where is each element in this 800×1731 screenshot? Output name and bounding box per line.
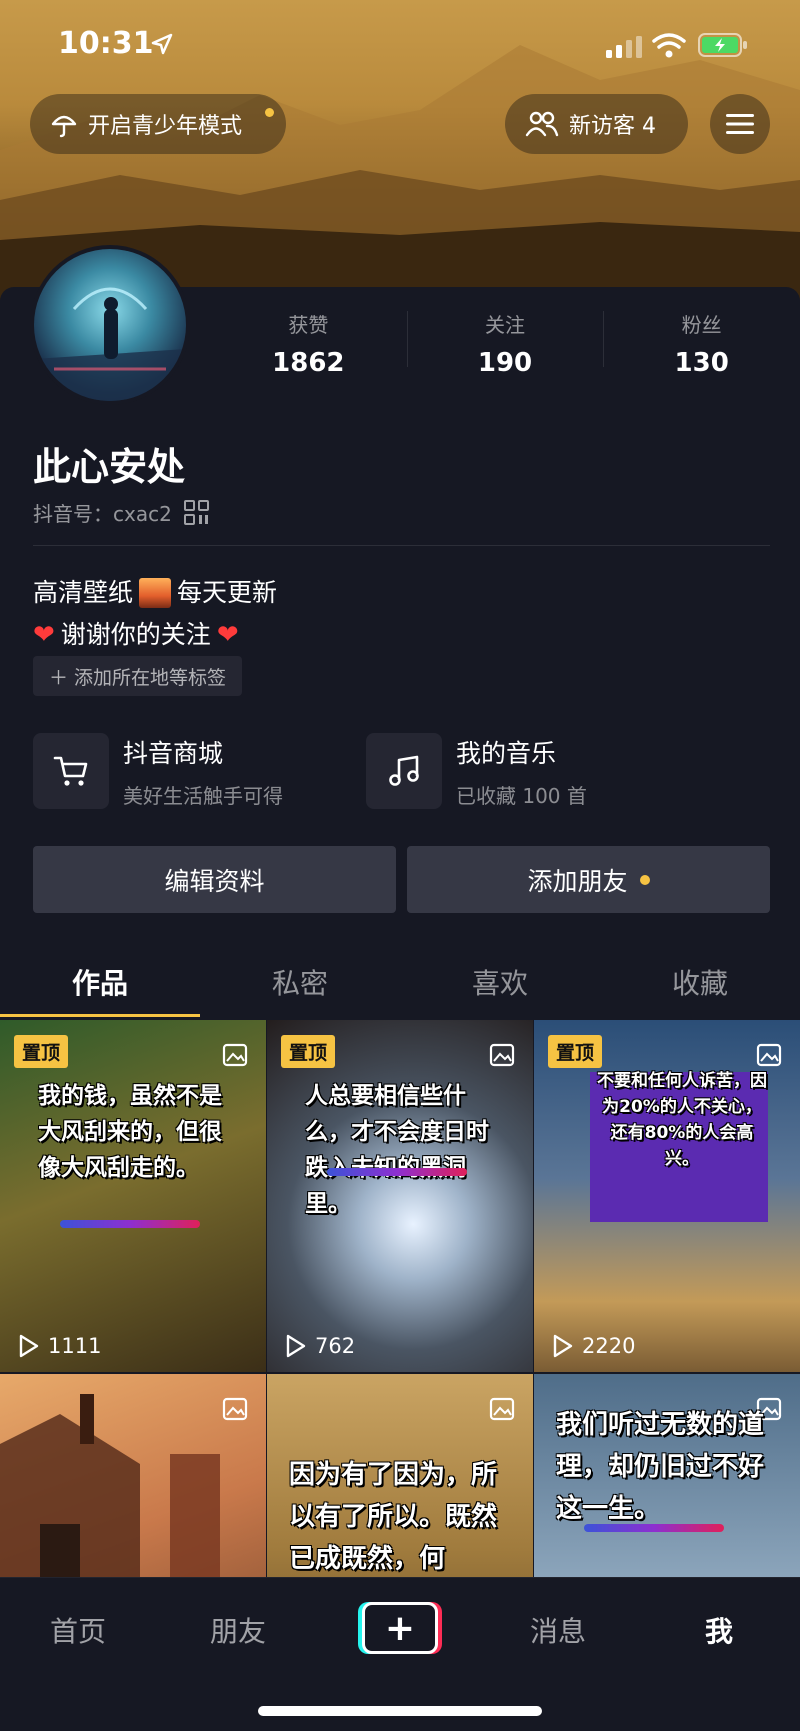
video-thumbnail[interactable]: 置顶 不要和任何人诉苦，因为20%的人不关心，还有80%的人会高兴。 2220 (534, 1020, 800, 1372)
home-indicator (258, 1706, 542, 1716)
status-time: 10:31 (58, 26, 154, 61)
tab-favorites[interactable]: 收藏 (600, 950, 800, 1020)
nav-home[interactable]: 首页 (50, 1610, 106, 1650)
play-count: 1111 (18, 1334, 101, 1358)
edit-profile-button[interactable]: 编辑资料 (33, 846, 396, 913)
mall-subtitle: 美好生活触手可得 (123, 783, 283, 808)
douyin-mall-entry[interactable]: 抖音商城 美好生活触手可得 (33, 733, 283, 809)
heart-icon: ❤ (33, 620, 55, 650)
stat-label: 粉丝 (681, 313, 722, 337)
profile-nickname: 此心安处 (33, 445, 186, 489)
bio-line-1: 高清壁纸 (33, 578, 134, 607)
play-count-value: 2220 (582, 1334, 636, 1358)
avatar-image (34, 249, 186, 401)
teen-mode-button[interactable]: 开启青少年模式 (30, 94, 286, 154)
hamburger-menu-icon (726, 114, 754, 134)
stat-following[interactable]: 关注 190 (406, 305, 604, 385)
add-tag-label: 添加所在地等标签 (74, 666, 227, 689)
video-caption: 我们听过无数的道理，却仍旧过不好这一生。 (556, 1410, 765, 1524)
image-post-icon (489, 1043, 515, 1067)
music-subtitle: 已收藏 100 首 (456, 783, 587, 808)
notification-dot (639, 874, 650, 885)
nav-friends[interactable]: 朋友 (210, 1610, 266, 1650)
heart-icon: ❤ (216, 620, 239, 650)
add-friend-label: 添加朋友 (527, 866, 628, 896)
profile-bio: 高清壁纸 每天更新 ❤ 谢谢你的关注 ❤ (33, 572, 277, 656)
music-title: 我的音乐 (456, 738, 557, 768)
avatar-illustration (34, 287, 186, 401)
stat-likes[interactable]: 获赞 1862 (210, 305, 407, 385)
stat-value: 130 (674, 348, 729, 378)
video-caption: 我的钱，虽然不是大风刮来的，但很像大风刮走的。 (38, 1083, 222, 1181)
music-icon-box (366, 733, 442, 809)
bio-line-1-suffix: 每天更新 (177, 578, 278, 607)
pinned-badge: 置顶 (14, 1035, 69, 1068)
play-count-value: 762 (315, 1334, 356, 1358)
stat-label: 获赞 (288, 313, 329, 337)
video-caption: 不要和任何人诉苦，因为20%的人不关心，还有80%的人会高兴。 (597, 1071, 767, 1169)
status-bar: 10:31 (0, 0, 800, 92)
battery-charging-icon (698, 33, 747, 57)
add-friend-button[interactable]: 添加朋友 (407, 846, 770, 913)
profile-stats: 获赞 1862 关注 190 粉丝 130 (210, 305, 800, 385)
tab-private[interactable]: 私密 (200, 950, 400, 1020)
umbrella-icon (51, 115, 77, 138)
new-visitors-button[interactable]: 新访客 4 (505, 94, 688, 154)
video-thumbnail[interactable]: 置顶 人总要相信些什么，才不会度日时跌入未知的黑洞里。 762 (267, 1020, 533, 1372)
pinned-badge: 置顶 (281, 1035, 336, 1068)
menu-button[interactable] (710, 94, 770, 154)
play-icon (553, 1334, 573, 1358)
image-post-icon (489, 1397, 515, 1421)
teen-mode-label: 开启青少年模式 (88, 114, 243, 139)
plus-icon: ＋ (49, 666, 69, 689)
qr-code-icon[interactable] (183, 499, 210, 526)
wifi-icon (652, 33, 686, 58)
location-arrow-icon (151, 33, 173, 55)
nav-me[interactable]: 我 (705, 1610, 733, 1650)
play-count: 2220 (552, 1334, 635, 1358)
cellular-signal-icon (606, 36, 642, 58)
stat-label: 关注 (485, 313, 525, 337)
mall-title: 抖音商城 (123, 738, 224, 768)
mall-icon-box (33, 733, 109, 809)
shopping-cart-icon (53, 756, 88, 786)
profile-tabs: 作品 私密 喜欢 收藏 (0, 950, 800, 1020)
douyin-id: 抖音号：cxac2 (33, 502, 172, 526)
pinned-badge: 置顶 (548, 1035, 603, 1068)
play-icon (286, 1334, 306, 1358)
edit-profile-label: 编辑资料 (164, 866, 265, 896)
create-post-button[interactable]: + (362, 1602, 438, 1654)
video-caption: 人总要相信些什么，才不会度日时跌入未知的黑洞里。 (305, 1083, 489, 1217)
caption-underline (327, 1168, 467, 1176)
play-count: 762 (285, 1334, 355, 1358)
play-icon (19, 1334, 39, 1358)
nav-messages[interactable]: 消息 (530, 1610, 586, 1650)
douyin-id-row[interactable]: 抖音号：cxac2 (33, 498, 210, 527)
avatar[interactable] (30, 245, 190, 405)
notification-dot (265, 108, 274, 117)
video-caption: 因为有了因为，所以有了所以。既然已成既然，何 (289, 1460, 498, 1574)
tab-works[interactable]: 作品 (0, 950, 200, 1020)
my-music-entry[interactable]: 我的音乐 已收藏 100 首 (366, 733, 587, 809)
new-visitors-label: 新访客 4 (569, 114, 656, 139)
stat-followers[interactable]: 粉丝 130 (603, 305, 800, 385)
image-post-icon (222, 1043, 248, 1067)
tab-liked[interactable]: 喜欢 (400, 950, 600, 1020)
divider (33, 545, 770, 546)
music-note-icon (389, 755, 419, 786)
bio-line-2: 谢谢你的关注 (60, 620, 211, 649)
caption-underline (60, 1220, 200, 1228)
sunset-emoji-icon (139, 578, 172, 608)
users-icon (525, 111, 559, 137)
image-post-icon (756, 1043, 782, 1067)
play-count-value: 1111 (48, 1334, 102, 1358)
stat-value: 1862 (272, 348, 345, 378)
stat-value: 190 (477, 348, 533, 378)
video-thumbnail[interactable]: 置顶 我的钱，虽然不是大风刮来的，但很像大风刮走的。 1111 (0, 1020, 266, 1372)
caption-underline (584, 1524, 724, 1532)
add-tag-button[interactable]: ＋ 添加所在地等标签 (33, 656, 243, 696)
